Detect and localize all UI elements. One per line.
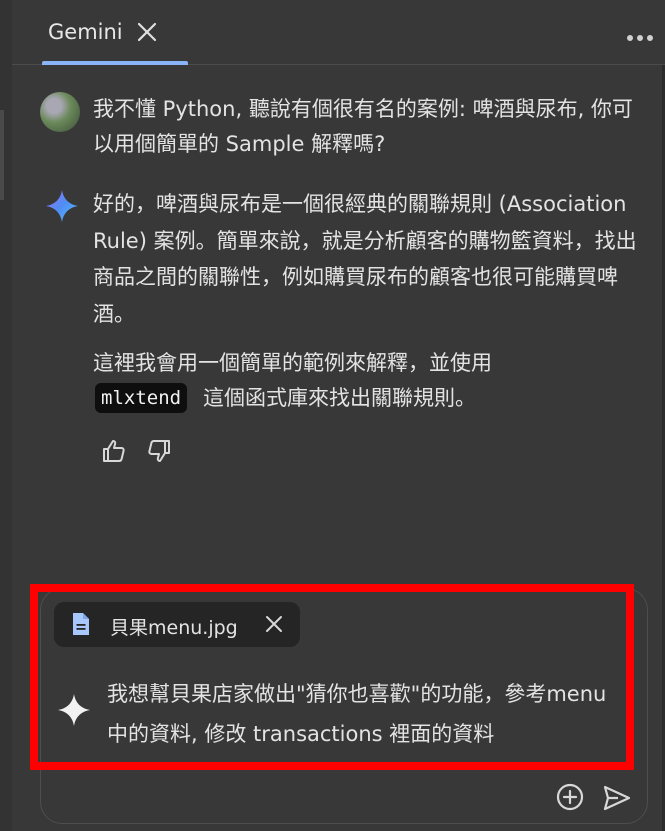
left-rail bbox=[0, 0, 12, 831]
user-message: 我不懂 Python, 聽說有個很有名的案例: 啤酒與尿布, 你可以用個簡單的 … bbox=[93, 97, 633, 156]
thumb-down-icon[interactable] bbox=[146, 438, 172, 464]
send-icon[interactable] bbox=[602, 784, 632, 812]
attachment-name: 貝果menu.jpg bbox=[110, 617, 238, 639]
sparkle-icon bbox=[58, 694, 90, 726]
inline-code: mlxtend bbox=[95, 383, 188, 413]
thumb-up-icon[interactable] bbox=[101, 438, 127, 464]
scroll-indicator[interactable] bbox=[0, 110, 4, 200]
prompt-text[interactable]: 我想幫貝果店家做出"猜你也喜歡"的功能，參考menu中的資料, 修改 trans… bbox=[107, 674, 627, 754]
gemini-panel: Gemini 我不懂 Python, 聽說有個很有名的案例: 啤酒與尿布, 你可… bbox=[0, 0, 665, 831]
file-icon bbox=[73, 613, 89, 635]
reply-paragraph-1: 好的，啤酒與尿布是一個很經典的關聯規則 (Association Rule) 案… bbox=[93, 192, 637, 326]
close-icon[interactable] bbox=[264, 614, 284, 634]
add-circle-icon[interactable] bbox=[555, 782, 585, 812]
tab-active-indicator bbox=[42, 61, 188, 65]
more-icon[interactable] bbox=[627, 26, 659, 41]
tab-label: Gemini bbox=[48, 20, 123, 44]
attachment-chip[interactable]: 貝果menu.jpg bbox=[54, 602, 300, 647]
close-icon[interactable] bbox=[136, 21, 158, 43]
reply-paragraph-2-start: 這裡我會用一個簡單的範例來解釋，並使用 bbox=[93, 351, 492, 375]
reply-paragraph-2-end: 這個函式庫來找出關聯規則。 bbox=[203, 386, 476, 410]
tab-gemini[interactable]: Gemini bbox=[42, 0, 188, 65]
gemini-sparkle-icon bbox=[46, 190, 78, 222]
tab-bar: Gemini bbox=[12, 0, 665, 65]
avatar bbox=[40, 92, 80, 132]
